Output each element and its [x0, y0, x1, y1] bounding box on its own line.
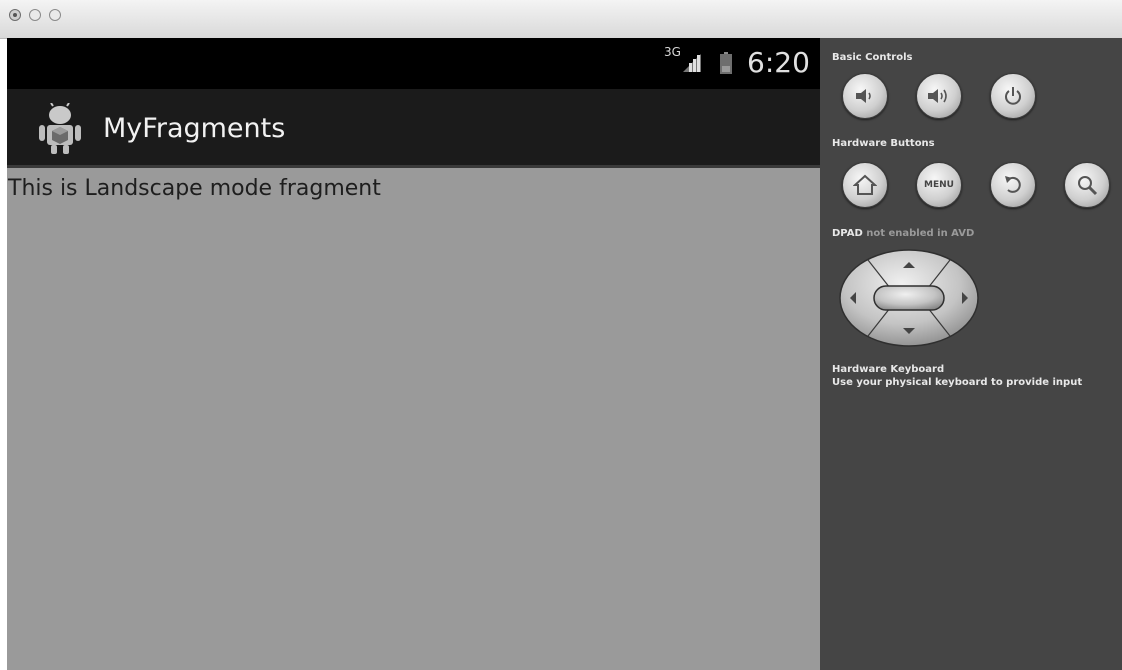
fragment-text: This is Landscape mode fragment: [8, 176, 381, 201]
keyboard-heading: Hardware Keyboard: [832, 364, 945, 375]
home-button[interactable]: [842, 162, 888, 208]
volume-up-button[interactable]: [916, 73, 962, 119]
dpad-heading: DPAD not enabled in AVD: [832, 228, 974, 239]
emulator-control-panel: Basic Controls Hardware Buttons MENU DPA…: [820, 38, 1122, 670]
action-bar: MyFragments: [7, 89, 820, 168]
keyboard-description: Use your physical keyboard to provide in…: [832, 377, 1083, 388]
status-bar: 3G 6:20: [7, 38, 820, 89]
volume-down-button[interactable]: [842, 73, 888, 119]
dpad-note: not enabled in AVD: [866, 228, 975, 239]
signal-icon: [683, 54, 701, 72]
power-icon: [1005, 87, 1021, 105]
app-title: MyFragments: [103, 113, 286, 144]
battery-icon: [720, 52, 732, 74]
status-clock: 6:20: [747, 46, 810, 79]
basic-controls-heading: Basic Controls: [832, 52, 913, 63]
search-button[interactable]: [1064, 162, 1110, 208]
window-title-bar: [0, 0, 1122, 39]
search-icon: [1078, 176, 1098, 196]
dpad-control[interactable]: [838, 248, 980, 348]
back-button[interactable]: [990, 162, 1036, 208]
window-zoom-button[interactable]: [49, 9, 61, 21]
window-minimize-button[interactable]: [29, 9, 41, 21]
dpad-label: DPAD: [832, 228, 863, 239]
home-icon: [853, 174, 877, 195]
power-button[interactable]: [990, 73, 1036, 119]
menu-button[interactable]: MENU: [916, 162, 962, 208]
window-close-button[interactable]: [9, 9, 21, 21]
volume-down-icon: [856, 89, 871, 103]
volume-up-icon: [928, 89, 947, 103]
network-type: 3G: [664, 45, 681, 59]
back-icon: [1005, 176, 1021, 193]
emulator-screen[interactable]: 3G 6:20 MyFragments This is Landscape mo…: [7, 38, 820, 670]
hardware-buttons-heading: Hardware Buttons: [832, 138, 935, 149]
android-app-icon[interactable]: [37, 103, 83, 155]
menu-button-label: MENU: [924, 180, 954, 190]
